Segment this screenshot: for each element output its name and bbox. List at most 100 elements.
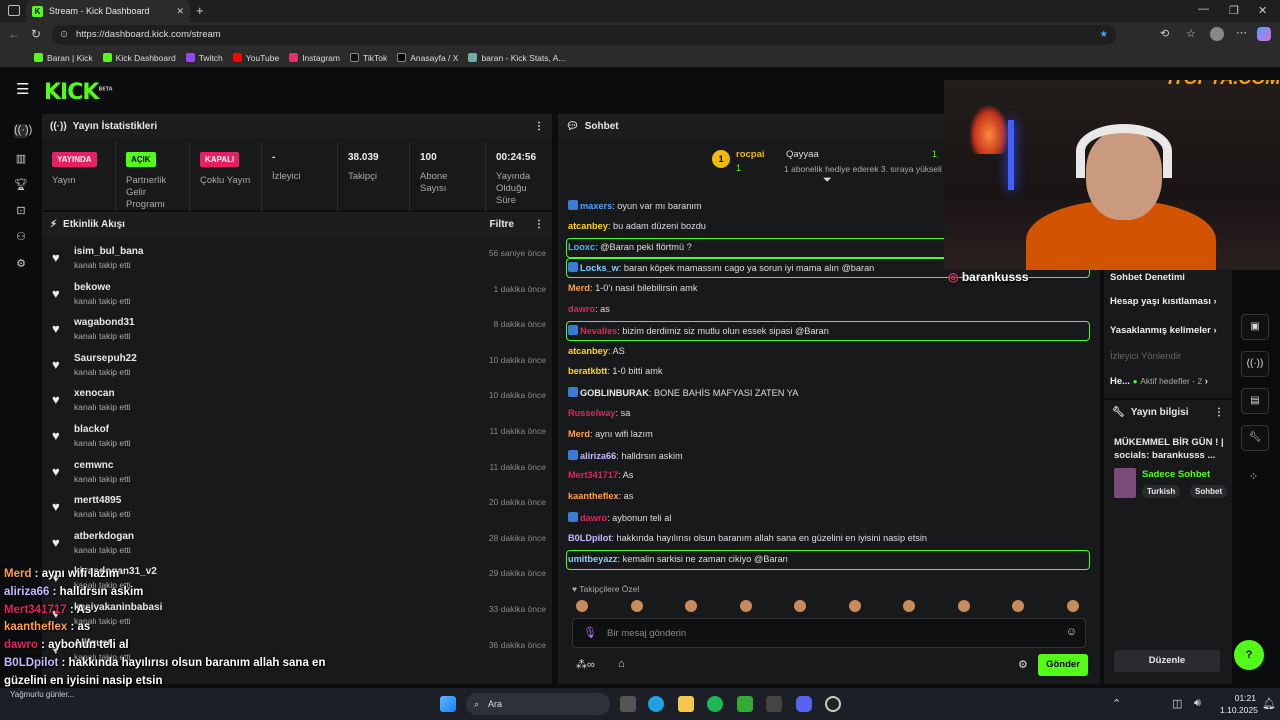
emote-icon[interactable] <box>1066 600 1079 612</box>
edit-button[interactable]: Düzenle <box>1114 650 1220 672</box>
windows-start-icon[interactable] <box>440 696 456 712</box>
emote-icon[interactable] <box>739 600 752 612</box>
network-icon[interactable]: ◫ <box>1172 697 1182 710</box>
back-icon[interactable]: ← <box>8 27 20 41</box>
bookmark-twitch[interactable]: Twitch <box>185 53 223 63</box>
extensions-icon[interactable]: ⟲ <box>1160 27 1169 40</box>
chat-username[interactable]: Locks_w <box>580 263 619 273</box>
hamburger-menu-icon[interactable]: ☰ <box>16 80 29 98</box>
close-window-icon[interactable]: ✕ <box>1258 4 1267 17</box>
tray-chevron-icon[interactable]: ⌃ <box>1112 697 1121 710</box>
volume-icon[interactable]: 🔊︎ <box>1194 697 1201 710</box>
chat-username[interactable]: aliriza66 <box>580 451 616 461</box>
activity-username[interactable]: bekowe <box>74 282 111 293</box>
help-button[interactable]: ? <box>1234 640 1264 670</box>
favorite-star-icon[interactable]: ★ <box>1099 25 1108 45</box>
wrench-quick-icon[interactable]: 🔧︎ <box>1241 425 1269 451</box>
broadcast-quick-icon[interactable]: ((·)) <box>1241 351 1269 377</box>
emote-icon[interactable] <box>848 600 861 612</box>
chat-username[interactable]: Looxc <box>568 242 595 252</box>
chat-username[interactable]: Nevalles <box>580 326 617 336</box>
bookmark-youtube[interactable]: YouTube <box>232 53 279 63</box>
more-options-icon[interactable]: ⋮ <box>534 219 544 230</box>
tag-sohbet[interactable]: Sohbet <box>1190 485 1228 498</box>
chat-username[interactable]: dawro <box>568 304 595 314</box>
activity-username[interactable]: mertt4895 <box>74 495 121 506</box>
chat-username[interactable]: beratkbtt <box>568 366 607 376</box>
account-age-item[interactable]: Hesap yaşı kısıtlaması › <box>1110 296 1217 307</box>
app-icon[interactable] <box>737 696 753 712</box>
emote-icon[interactable] <box>957 600 970 612</box>
chat-username[interactable]: dawro <box>580 513 607 523</box>
bookmark-baran-kick[interactable]: Baran | Kick <box>34 53 93 63</box>
taskbar-search[interactable]: ⌕ Ara <box>466 693 610 715</box>
activity-username[interactable]: xenocan <box>74 388 115 399</box>
store-icon[interactable]: ⌂ <box>618 658 625 670</box>
raid-item[interactable]: İzleyici Yönlendir <box>1110 351 1181 362</box>
weather-widget[interactable]: Yağmurlu günler... <box>10 690 74 699</box>
broadcast-icon[interactable]: ((·)) <box>14 124 32 138</box>
loop-icon[interactable]: ⁂∞ <box>576 658 595 671</box>
filter-button[interactable]: Filtre <box>490 219 514 230</box>
message-input[interactable]: 🎙︎ Bir mesaj gönderin ☺ <box>572 618 1086 648</box>
emote-icon[interactable] <box>685 600 697 612</box>
activity-username[interactable]: wagabond31 <box>74 317 135 328</box>
obs-icon[interactable] <box>825 696 841 712</box>
media-quick-icon[interactable]: ▤ <box>1241 388 1269 414</box>
explorer-icon[interactable] <box>678 696 694 712</box>
favorites-icon[interactable]: ☆ <box>1186 27 1196 40</box>
reload-icon[interactable]: ↻ <box>31 27 41 41</box>
moderation-icon[interactable]: ⊡ <box>14 204 28 218</box>
clock[interactable]: 01:21 1.10.2025 <box>1220 692 1258 716</box>
analytics-icon[interactable]: ▥ <box>14 152 28 166</box>
emoji-icon[interactable]: ☺ <box>1066 626 1077 638</box>
mic-icon[interactable]: 🎙︎ <box>583 626 597 639</box>
emote-icon[interactable] <box>903 600 915 612</box>
bookmark-tiktok[interactable]: TikTok <box>349 53 387 63</box>
bookmark-kick-stats[interactable]: baran - Kick Stats, A... <box>468 53 566 63</box>
chat-quick-icon[interactable]: ▣ <box>1241 314 1269 340</box>
bookmark-kick-dashboard[interactable]: Kick Dashboard <box>102 53 176 63</box>
new-tab-icon[interactable]: + <box>196 3 204 18</box>
settings-gear-icon[interactable]: ⚙ <box>14 257 28 271</box>
emote-icon[interactable] <box>794 600 806 612</box>
chat-username[interactable]: GOBLINBURAK <box>580 388 649 398</box>
chat-username[interactable]: kaantheflex <box>568 491 619 501</box>
more-options-icon[interactable]: ⋮ <box>1214 407 1224 418</box>
copilot-icon[interactable] <box>1257 27 1271 41</box>
url-field[interactable]: ⊙ https://dashboard.kick.com/stream ★ <box>52 25 1116 45</box>
app-icon-2[interactable] <box>766 696 782 712</box>
chat-username[interactable]: atcanbey <box>568 346 608 356</box>
notification-icon[interactable]: 🔔︎ <box>1262 697 1276 710</box>
chat-username[interactable]: Russelway <box>568 408 616 418</box>
close-tab-icon[interactable]: ✕ <box>176 6 184 17</box>
sidebar-toggle-icon[interactable] <box>8 5 20 16</box>
spotify-icon[interactable] <box>707 696 723 712</box>
minimize-icon[interactable]: — <box>1198 3 1209 15</box>
browser-tab[interactable]: K Stream - Kick Dashboard ✕ <box>26 0 190 22</box>
profile-avatar[interactable] <box>1210 27 1224 41</box>
chat-username[interactable]: maxers <box>580 201 612 211</box>
category-name[interactable]: Sadece Sohbet <box>1142 469 1210 480</box>
site-info-icon[interactable]: ⊙ <box>60 25 68 45</box>
chat-username[interactable]: Merd <box>568 429 590 439</box>
chat-username[interactable]: Mert341717 <box>568 470 618 480</box>
activity-username[interactable]: blackof <box>74 424 109 435</box>
tag-turkish[interactable]: Turkish <box>1142 485 1181 498</box>
more-menu-icon[interactable]: ⋯ <box>1236 26 1247 39</box>
more-options-icon[interactable]: ⋮ <box>534 121 544 132</box>
banned-words-item[interactable]: Yasaklanmış kelimeler › <box>1110 325 1217 336</box>
send-button[interactable]: Gönder <box>1038 654 1088 676</box>
trophy-icon[interactable]: 🏆︎ <box>14 178 28 192</box>
emote-icon[interactable] <box>1012 600 1024 612</box>
activity-username[interactable]: Saursepuh22 <box>74 353 137 364</box>
activity-username[interactable]: isim_bul_bana <box>74 246 143 257</box>
apps-icon[interactable]: ⁘ <box>1249 470 1258 483</box>
chat-username[interactable]: B0LDpilot <box>568 533 611 543</box>
chat-username[interactable]: Merd <box>568 283 590 293</box>
chat-username[interactable]: atcanbey <box>568 221 608 231</box>
community-icon[interactable]: ⚇ <box>14 230 28 244</box>
emote-icon[interactable] <box>576 600 588 612</box>
task-view-icon[interactable] <box>620 696 636 712</box>
activity-username[interactable]: cemwnc <box>74 460 113 471</box>
